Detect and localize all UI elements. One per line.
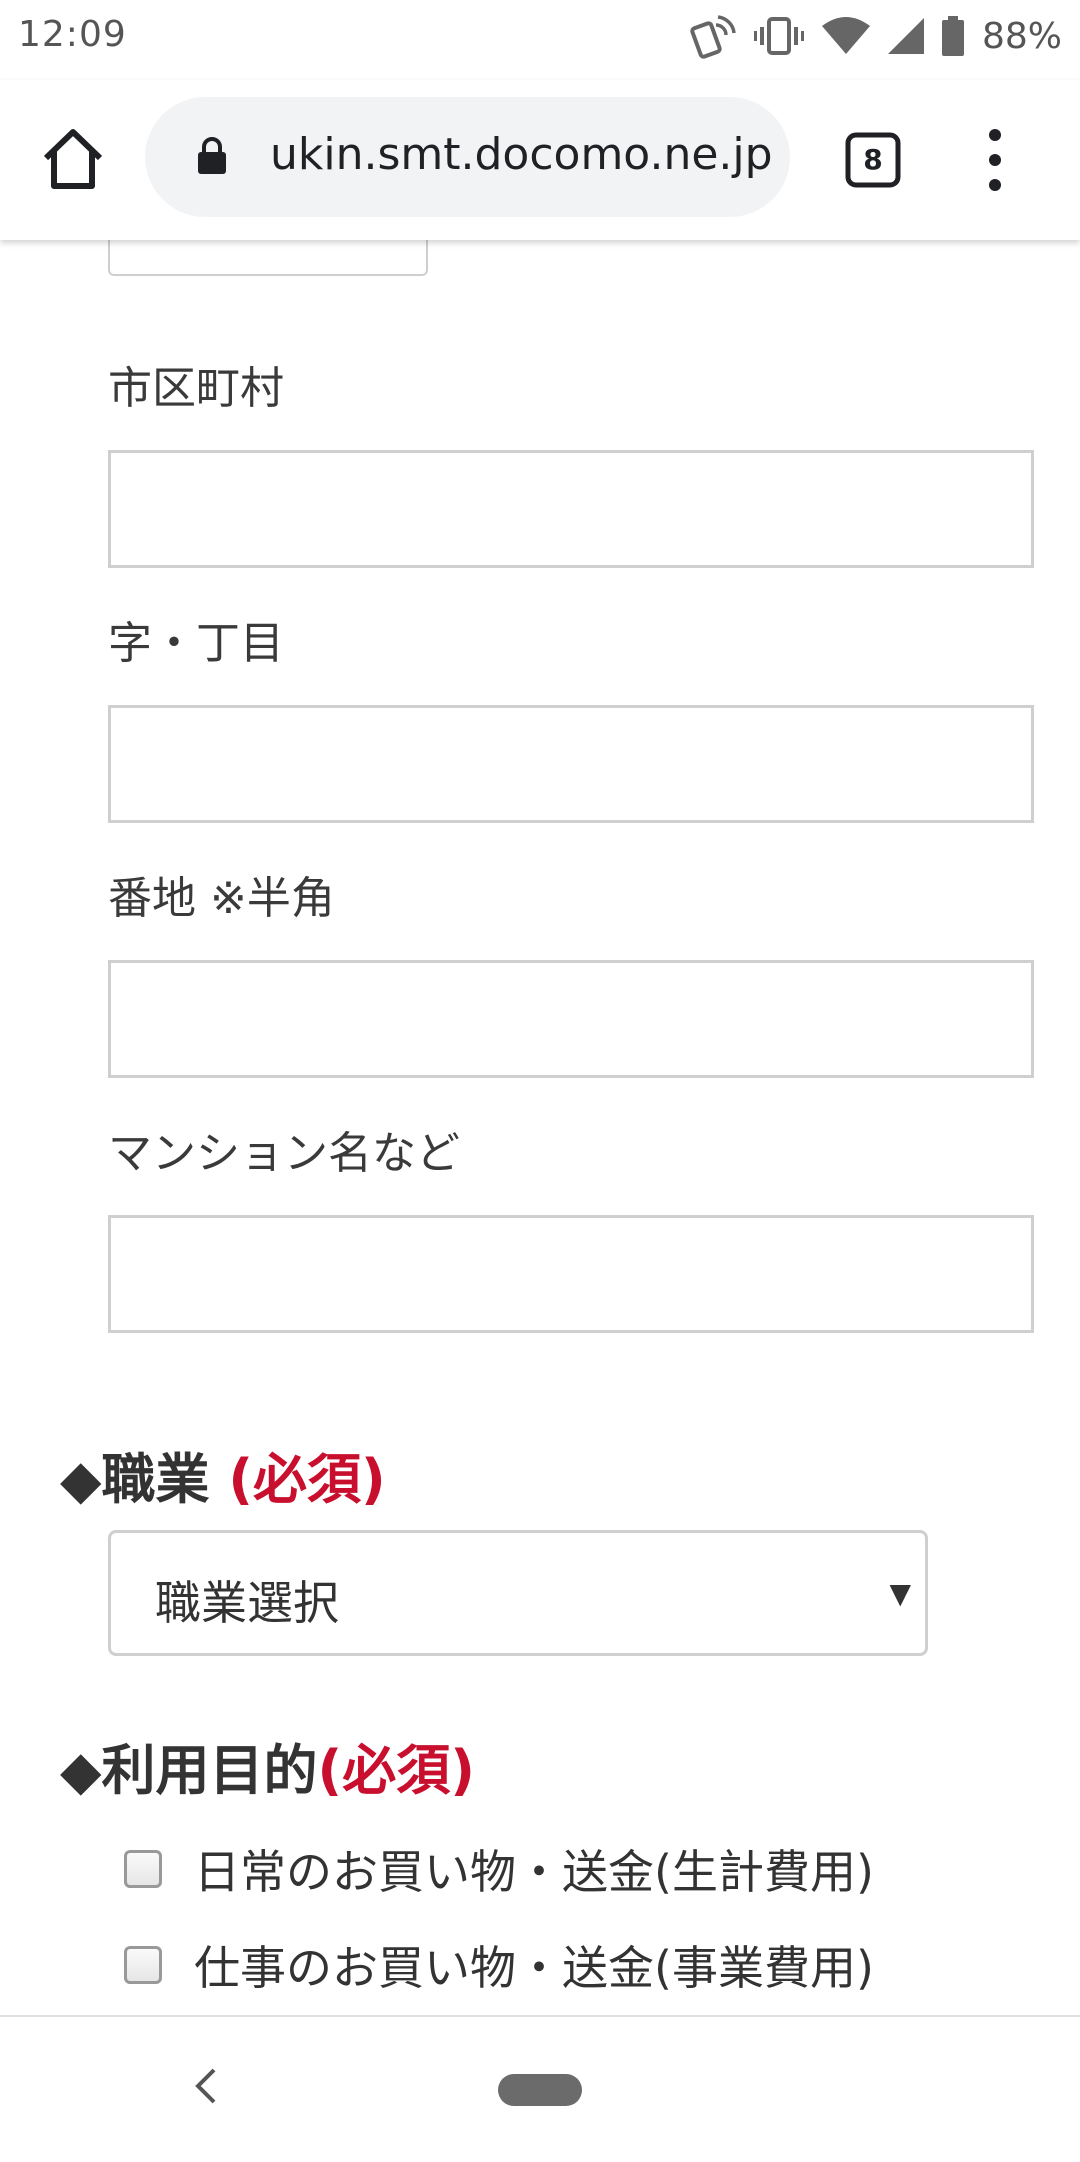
checkbox[interactable] (124, 1850, 162, 1888)
city-label: 市区町村 (108, 363, 284, 414)
tab-count[interactable]: 8 (845, 132, 901, 188)
occupation-heading: ◆職業 (必須) (60, 1435, 386, 1514)
back-icon[interactable] (190, 2064, 220, 2108)
purpose-heading: ◆利用目的(必須) (60, 1726, 475, 1805)
overflow-menu-icon[interactable] (980, 127, 1010, 193)
occupation-select-value: 職業選択 (155, 1576, 339, 1630)
checkbox[interactable] (124, 1946, 162, 1984)
browser-toolbar: ukin.smt.docomo.ne.jp 8 (0, 80, 1080, 240)
purpose-title: ◆利用目的 (60, 1739, 318, 1802)
nfc-phone-icon (690, 15, 736, 59)
building-input[interactable] (108, 1215, 1034, 1333)
url-bar[interactable]: ukin.smt.docomo.ne.jp (145, 97, 790, 217)
home-pill[interactable] (498, 2074, 582, 2106)
battery-icon (941, 16, 964, 56)
battery-percent: 88% (981, 15, 1062, 57)
page-content: 市区町村 字・丁目 番地 ※半角 マンション名など ◆職業 (必須) 職業選択 … (0, 240, 1080, 2015)
occupation-required: (必須) (228, 1448, 386, 1511)
building-label: マンション名など (108, 1128, 460, 1179)
purpose-option-label[interactable]: 日常のお買い物・送金(生計費用) (194, 1836, 874, 1902)
purpose-option-business[interactable]: 仕事のお買い物・送金(事業費用) (124, 1932, 874, 1998)
lock-icon (198, 137, 226, 174)
home-icon[interactable] (38, 124, 108, 194)
occupation-select[interactable]: 職業選択 ▼ (108, 1530, 928, 1656)
system-nav-bar (0, 2015, 1080, 2162)
purpose-option-label[interactable]: 仕事のお買い物・送金(事業費用) (194, 1932, 874, 1998)
banchi-label: 番地 ※半角 (108, 873, 335, 924)
occupation-title: ◆職業 (60, 1448, 210, 1511)
chome-input[interactable] (108, 705, 1034, 823)
chome-label: 字・丁目 (108, 618, 284, 669)
banchi-input[interactable] (108, 960, 1034, 1078)
purpose-required: (必須) (317, 1739, 475, 1802)
previous-input-field[interactable] (108, 240, 428, 276)
url-text[interactable]: ukin.smt.docomo.ne.jp (270, 129, 780, 180)
status-bar: 12:09 88% (0, 0, 1080, 80)
status-time: 12:09 (18, 14, 127, 55)
purpose-option-daily[interactable]: 日常のお買い物・送金(生計費用) (124, 1836, 874, 1902)
city-input[interactable] (108, 450, 1034, 568)
cell-signal-icon (887, 18, 924, 54)
wifi-icon (821, 17, 870, 54)
dropdown-arrow-icon: ▼ (889, 1577, 911, 1610)
vibrate-icon (753, 17, 804, 55)
status-icons: 88% (690, 12, 1062, 60)
